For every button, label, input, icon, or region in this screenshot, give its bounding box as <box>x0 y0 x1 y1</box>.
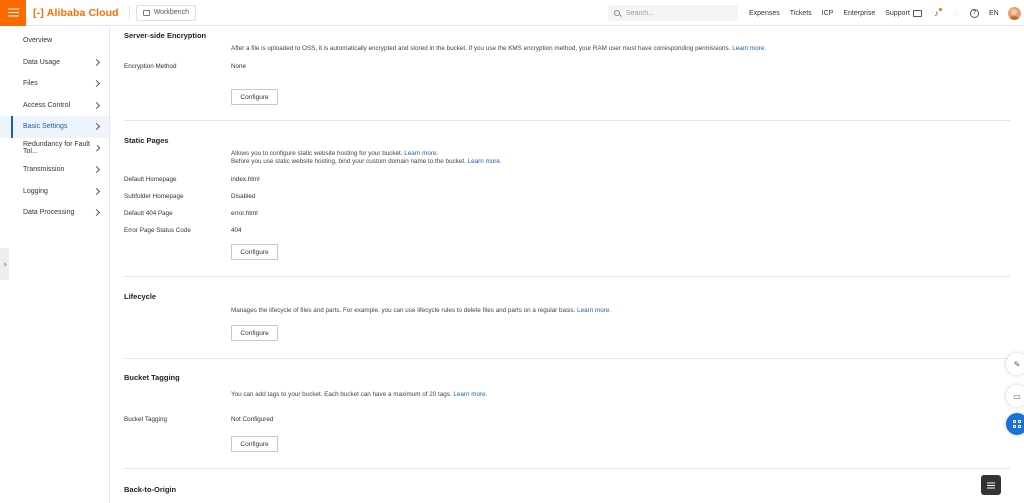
configure-button[interactable]: Configure <box>231 89 278 105</box>
sidebar-item-data-usage[interactable]: Data Usage <box>0 52 109 74</box>
chevron-right-icon <box>92 123 101 131</box>
top-links: Expenses Tickets ICP Enterprise Support <box>749 0 920 26</box>
sidebar-item-label: Logging <box>23 187 48 195</box>
sidebar-item-data-processing[interactable]: Data Processing <box>0 202 109 224</box>
grid-icon <box>1013 420 1021 428</box>
bucket-tagging-value: Not Configured <box>231 416 274 423</box>
error-status-code-label: Error Page Status Code <box>124 227 191 234</box>
learn-more-link[interactable]: Learn more. <box>453 391 487 398</box>
search-box[interactable] <box>608 5 738 21</box>
sidebar-item-redundancy[interactable]: Redundancy for Fault Tol... <box>0 138 109 160</box>
alibaba-cloud-logo-icon: [-] <box>33 6 44 19</box>
sidebar-item-label: Data Usage <box>23 58 60 66</box>
avatar[interactable] <box>1007 6 1021 20</box>
encryption-method-value: None <box>231 63 247 70</box>
lightbulb-icon[interactable]: ◌ <box>951 9 960 18</box>
message-icon[interactable] <box>913 9 922 17</box>
chevron-right-icon <box>92 166 101 174</box>
bucket-tagging-label: Bucket Tagging <box>124 416 167 423</box>
apps-button[interactable] <box>1006 413 1024 435</box>
section-title: Lifecycle <box>124 292 157 301</box>
sidebar-item-label: Redundancy for Fault Tol... <box>23 141 90 156</box>
workbench-button[interactable]: Workbench <box>135 4 196 21</box>
sidebar-item-label: Transmission <box>23 166 65 174</box>
configure-button[interactable]: Configure <box>231 436 278 452</box>
section-title: Bucket Tagging <box>124 373 180 382</box>
default-404-page-label: Default 404 Page <box>124 210 173 217</box>
notification-bell-icon[interactable]: ♪ <box>932 7 942 18</box>
divider <box>124 468 1010 469</box>
help-icon[interactable]: ? <box>970 8 979 18</box>
chevron-right-icon <box>92 58 101 66</box>
menu-icon <box>987 484 995 486</box>
chat-button[interactable]: ▭ <box>1006 385 1024 407</box>
menu-icon <box>7 11 19 14</box>
sidebar-item-files[interactable]: Files <box>0 73 109 95</box>
chevron-right-icon <box>1 261 7 267</box>
default-homepage-value: index.html <box>231 176 260 183</box>
language-switch[interactable]: EN <box>989 10 999 17</box>
divider <box>128 5 130 20</box>
sidebar-item-label: Overview <box>23 37 53 45</box>
chevron-right-icon <box>92 101 101 109</box>
sidebar-item-overview[interactable]: Overview <box>0 30 109 52</box>
divider <box>124 120 1010 121</box>
sidebar-item-label: Data Processing <box>23 209 75 217</box>
chat-icon: ▭ <box>1013 391 1021 401</box>
subfolder-homepage-value: Disabled <box>231 193 256 200</box>
learn-more-link[interactable]: Learn more. <box>404 150 438 157</box>
search-input[interactable] <box>626 9 726 17</box>
divider <box>124 358 1010 359</box>
sidebar-item-label: Basic Settings <box>23 123 68 131</box>
configure-button[interactable]: Configure <box>231 325 278 341</box>
section-description: Allows you to configure static website h… <box>231 150 439 157</box>
expand-panel-handle[interactable] <box>0 248 9 280</box>
main-content: Server-side Encryption After a file is u… <box>111 27 1024 503</box>
section-description: You can add tags to your bucket. Each bu… <box>231 391 488 398</box>
chevron-right-icon <box>92 209 101 217</box>
chevron-right-icon <box>92 187 101 195</box>
sidebar-item-label: Files <box>23 80 38 88</box>
hamburger-menu-button[interactable] <box>0 0 26 26</box>
learn-more-link[interactable]: Learn more. <box>468 158 502 165</box>
tickets-link[interactable]: Tickets <box>790 10 812 17</box>
section-title: Static Pages <box>124 136 169 145</box>
divider <box>124 276 1010 277</box>
learn-more-link[interactable]: Learn more. <box>732 45 766 52</box>
sidebar-item-logging[interactable]: Logging <box>0 181 109 203</box>
sidebar-item-transmission[interactable]: Transmission <box>0 159 109 181</box>
section-description: After a file is uploaded to OSS, it is a… <box>231 45 767 52</box>
section-description: Manages the lifecycle of files and parts… <box>231 307 612 314</box>
encryption-method-label: Encryption Method <box>124 63 177 70</box>
section-description: Before you use static website hosting, b… <box>231 158 502 165</box>
pencil-icon: ✎ <box>1013 359 1021 369</box>
default-homepage-label: Default Homepage <box>124 176 177 183</box>
search-icon <box>614 10 620 16</box>
section-title: Server-side Encryption <box>124 31 207 40</box>
enterprise-link[interactable]: Enterprise <box>843 10 875 17</box>
brand-name: Alibaba Cloud <box>46 6 119 19</box>
chevron-right-icon <box>92 80 101 88</box>
sidebar: Overview Data Usage Files Access Control… <box>0 27 110 503</box>
sidebar-item-basic-settings[interactable]: Basic Settings <box>0 116 109 138</box>
icp-link[interactable]: ICP <box>822 10 834 17</box>
learn-more-link[interactable]: Learn more. <box>577 307 611 314</box>
subfolder-homepage-label: Subfolder Homepage <box>124 193 184 200</box>
workbench-icon <box>142 9 150 16</box>
sidebar-item-label: Access Control <box>23 101 71 109</box>
sidebar-item-access-control[interactable]: Access Control <box>0 95 109 117</box>
brand-logo[interactable]: [-] Alibaba Cloud <box>33 7 119 19</box>
workbench-label: Workbench <box>153 9 189 16</box>
quick-menu-button[interactable] <box>981 475 1001 495</box>
configure-button[interactable]: Configure <box>231 244 278 260</box>
support-link[interactable]: Support <box>885 10 910 17</box>
top-icons: ♪ ◌ ? EN <box>913 0 1021 26</box>
top-navigation-bar: [-] Alibaba Cloud Workbench Expenses Tic… <box>0 0 1024 26</box>
edit-feedback-button[interactable]: ✎ <box>1006 353 1024 375</box>
default-404-page-value: error.html <box>231 210 258 217</box>
error-status-code-value: 404 <box>231 227 242 234</box>
expenses-link[interactable]: Expenses <box>749 10 780 17</box>
section-title: Back-to-Origin <box>124 485 177 494</box>
